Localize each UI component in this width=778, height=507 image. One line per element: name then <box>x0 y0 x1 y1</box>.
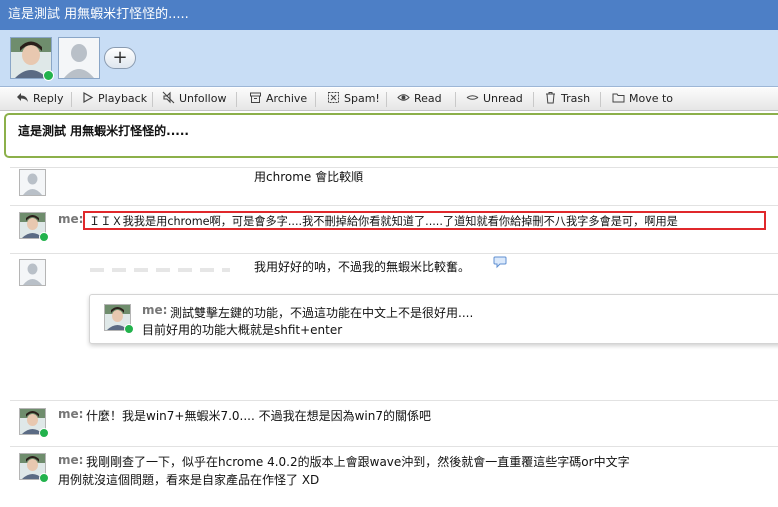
mark-unread-button[interactable]: Unread <box>466 88 523 111</box>
message-avatar <box>19 408 49 438</box>
toolbar-divider <box>71 92 72 107</box>
add-participant-button[interactable]: + <box>104 47 136 69</box>
wave-subject-text: 這是測試 用無蝦米打怪怪的..... <box>18 124 189 138</box>
participant-avatar-me[interactable] <box>10 37 54 81</box>
blip-divider <box>10 205 778 206</box>
blip-divider <box>10 167 778 168</box>
reply-button[interactable]: Reply <box>16 88 63 111</box>
eye-icon <box>397 94 410 101</box>
message-author: me: <box>58 453 84 467</box>
closed-eye-icon <box>466 95 479 100</box>
toolbar-divider <box>152 92 153 107</box>
online-status-icon <box>39 232 49 242</box>
move-to-button[interactable]: Move to <box>612 88 673 111</box>
message-author: me: <box>142 303 168 317</box>
wave-subject-blip[interactable]: 這是測試 用無蝦米打怪怪的..... <box>4 113 778 158</box>
reply-bubble-icon[interactable] <box>492 256 508 270</box>
playback-label: Playback <box>98 92 148 105</box>
play-icon <box>83 91 94 104</box>
toolbar-divider <box>533 92 534 107</box>
archive-label: Archive <box>266 92 308 105</box>
toolbar-divider <box>455 92 456 107</box>
unfollow-button[interactable]: Unfollow <box>162 88 226 111</box>
reply-label: Reply <box>33 92 64 105</box>
online-status-icon <box>39 473 49 483</box>
message-text[interactable]: 用chrome 會比較順 <box>254 168 363 185</box>
default-person-icon <box>20 260 45 285</box>
move-to-label: Move to <box>629 92 674 105</box>
message-text[interactable]: 我剛剛查了一下，似乎在hcrome 4.0.2的版本上會跟wave沖到，然後就會… <box>86 453 630 470</box>
message-text-line2[interactable]: 用例就沒這個問題，看來是自家產品在作怪了 XD <box>58 471 319 488</box>
default-person-icon <box>20 170 45 195</box>
toolbar-divider <box>236 92 237 107</box>
blip-divider <box>10 446 778 447</box>
archive-box-icon <box>250 92 261 103</box>
message-text[interactable]: 我用好好的呐，不過我的無蝦米比較奮。 <box>254 258 470 275</box>
participants-bar: + <box>0 30 778 87</box>
message-author: me: <box>58 212 84 226</box>
toolbar-divider <box>600 92 601 107</box>
message-author: me: <box>58 407 84 421</box>
blip-divider <box>10 400 778 401</box>
wave-toolbar: Reply Playback Unfollow Archive Spam! Re… <box>0 88 778 111</box>
trash-button[interactable]: Trash <box>544 88 590 111</box>
toolbar-divider <box>386 92 387 107</box>
message-avatar <box>19 259 46 286</box>
mark-read-button[interactable]: Read <box>397 88 442 111</box>
mute-speaker-icon <box>162 91 175 104</box>
spam-button[interactable]: Spam! <box>327 88 380 111</box>
message-avatar <box>19 212 49 242</box>
message-avatar <box>104 304 134 334</box>
message-text[interactable]: 什麼！我是win7+無蝦米7.0.... 不過我在想是因為win7的關係吧 <box>86 407 431 424</box>
blurred-author-name <box>90 268 230 272</box>
spam-icon <box>328 92 339 103</box>
trash-label: Trash <box>561 92 591 105</box>
wave-title: 這是測試 用無蝦米打怪怪的..... <box>8 7 189 22</box>
message-avatar <box>19 169 46 196</box>
archive-button[interactable]: Archive <box>249 88 307 111</box>
message-avatar <box>19 453 49 483</box>
online-status-icon <box>43 70 54 81</box>
blip-divider <box>10 253 778 254</box>
toolbar-divider <box>315 92 316 107</box>
default-person-icon <box>59 38 99 78</box>
unread-label: Unread <box>483 92 523 105</box>
unfollow-label: Unfollow <box>179 92 227 105</box>
message-text-line2[interactable]: 目前好用的功能大概就是shfit+enter <box>142 321 342 338</box>
trash-can-icon <box>546 92 555 104</box>
participant-avatar-other[interactable] <box>58 37 100 79</box>
spam-label: Spam! <box>344 92 380 105</box>
read-label: Read <box>414 92 442 105</box>
message-text[interactable]: ＩＩＸ我我是用chrome啊，可是會多字....我不刪掉給你看就知道了.....… <box>89 213 678 229</box>
wave-title-bar: 這是測試 用無蝦米打怪怪的..... <box>0 0 778 30</box>
inline-reply-blip[interactable]: me: 測試雙擊左鍵的功能，不過這功能在中文上不是很好用.... 目前好用的功能… <box>89 294 778 344</box>
folder-icon <box>612 93 625 103</box>
online-status-icon <box>39 428 49 438</box>
online-status-icon <box>124 324 134 334</box>
reply-arrow-icon <box>17 93 28 102</box>
message-text[interactable]: 測試雙擊左鍵的功能，不過這功能在中文上不是很好用.... <box>170 304 473 321</box>
playback-button[interactable]: Playback <box>81 88 147 111</box>
